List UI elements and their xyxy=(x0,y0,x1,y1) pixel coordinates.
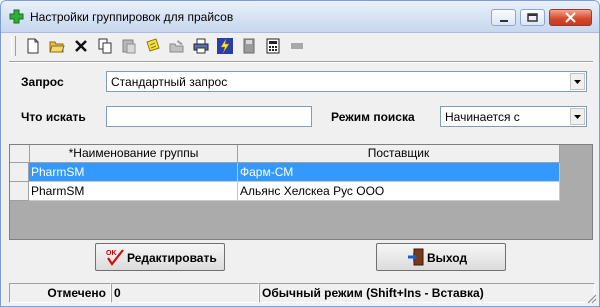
save-disk-icon xyxy=(243,38,255,54)
groups-grid[interactable]: *Наименование группы Поставщик PharmSM Ф… xyxy=(9,144,593,240)
minimize-icon xyxy=(500,20,508,22)
folder-edit-button[interactable] xyxy=(167,36,187,56)
row-indicator[interactable] xyxy=(10,182,29,201)
chevron-down-icon xyxy=(574,80,581,84)
cell-supplier[interactable]: Фарм-СМ xyxy=(238,163,560,182)
search-mode-dropdown-button[interactable] xyxy=(570,108,585,125)
calculator-button[interactable] xyxy=(263,36,283,56)
title-bar[interactable]: Настройки группировок для прайсов xyxy=(1,1,599,33)
toolbar-grip[interactable] xyxy=(11,36,16,56)
toolbar xyxy=(7,33,593,59)
chevron-down-icon xyxy=(574,115,581,119)
folder-edit-icon xyxy=(169,40,184,53)
copy-button[interactable] xyxy=(95,36,115,56)
search-label: Что искать xyxy=(21,110,86,124)
search-mode-value: Начинается с xyxy=(445,110,520,124)
exit-door-icon xyxy=(408,248,424,266)
new-file-icon xyxy=(27,38,39,54)
query-dropdown-button[interactable] xyxy=(570,73,585,90)
paste-button[interactable] xyxy=(119,36,139,56)
window-title: Настройки группировок для прайсов xyxy=(30,10,234,24)
save-button[interactable] xyxy=(239,36,259,56)
note-icon xyxy=(146,38,160,52)
minimize-button[interactable] xyxy=(491,9,516,26)
lightning-icon xyxy=(217,38,233,54)
ok-check-icon: OK xyxy=(106,249,124,266)
table-row[interactable]: PharmSM Альянс Хелскеа Рус ООО xyxy=(10,182,560,201)
blank-button[interactable] xyxy=(287,36,307,56)
exit-button[interactable]: Выход xyxy=(376,243,506,271)
status-marked-label: Отмечено xyxy=(9,283,111,303)
status-marked-count: 0 xyxy=(111,283,259,303)
blank-icon xyxy=(291,43,303,49)
status-mode-text: Обычный режим (Shift+Ins - Вставка) xyxy=(259,283,595,303)
svg-text:OK: OK xyxy=(106,250,117,257)
cell-supplier[interactable]: Альянс Хелскеа Рус ООО xyxy=(238,182,560,201)
toolbar-separator xyxy=(9,61,593,63)
maximize-button[interactable] xyxy=(520,9,545,26)
delete-x-icon xyxy=(75,40,87,52)
search-mode-label: Режим поиска xyxy=(331,110,415,124)
green-cross-icon xyxy=(9,9,24,24)
note-button[interactable] xyxy=(143,36,163,56)
main-window: Настройки группировок для прайсов Запрос… xyxy=(0,0,600,307)
search-input[interactable] xyxy=(106,106,312,127)
paste-icon xyxy=(122,39,136,54)
cell-group[interactable]: PharmSM xyxy=(29,182,238,201)
copy-icon xyxy=(98,38,112,54)
new-button[interactable] xyxy=(23,36,43,56)
client-area: Запрос Стандартный запрос Что искать Реж… xyxy=(1,33,599,306)
query-select[interactable]: Стандартный запрос xyxy=(106,71,587,92)
table-row[interactable]: PharmSM Фарм-СМ xyxy=(10,163,560,182)
open-folder-icon xyxy=(49,41,65,53)
close-button[interactable] xyxy=(549,9,592,26)
delete-button[interactable] xyxy=(71,36,91,56)
print-icon xyxy=(193,38,209,54)
maximize-icon xyxy=(527,13,538,22)
lightning-button[interactable] xyxy=(215,36,235,56)
edit-button[interactable]: OK Редактировать xyxy=(95,243,225,271)
open-button[interactable] xyxy=(47,36,67,56)
close-icon xyxy=(565,12,576,23)
search-mode-select[interactable]: Начинается с xyxy=(440,106,587,127)
column-header-supplier[interactable]: Поставщик xyxy=(238,145,560,163)
calculator-icon xyxy=(266,38,280,54)
size-grip-icon[interactable] xyxy=(585,292,597,304)
query-label: Запрос xyxy=(21,75,64,89)
grid-corner xyxy=(10,145,30,163)
exit-button-label: Выход xyxy=(427,251,468,265)
edit-button-label: Редактировать xyxy=(127,251,217,265)
query-select-value: Стандартный запрос xyxy=(111,75,228,89)
column-header-group[interactable]: *Наименование группы xyxy=(30,145,238,163)
status-bar: Отмечено 0 Обычный режим (Shift+Ins - Вс… xyxy=(1,279,599,306)
row-indicator[interactable] xyxy=(10,163,29,182)
print-button[interactable] xyxy=(191,36,211,56)
cell-group[interactable]: PharmSM xyxy=(29,163,238,182)
